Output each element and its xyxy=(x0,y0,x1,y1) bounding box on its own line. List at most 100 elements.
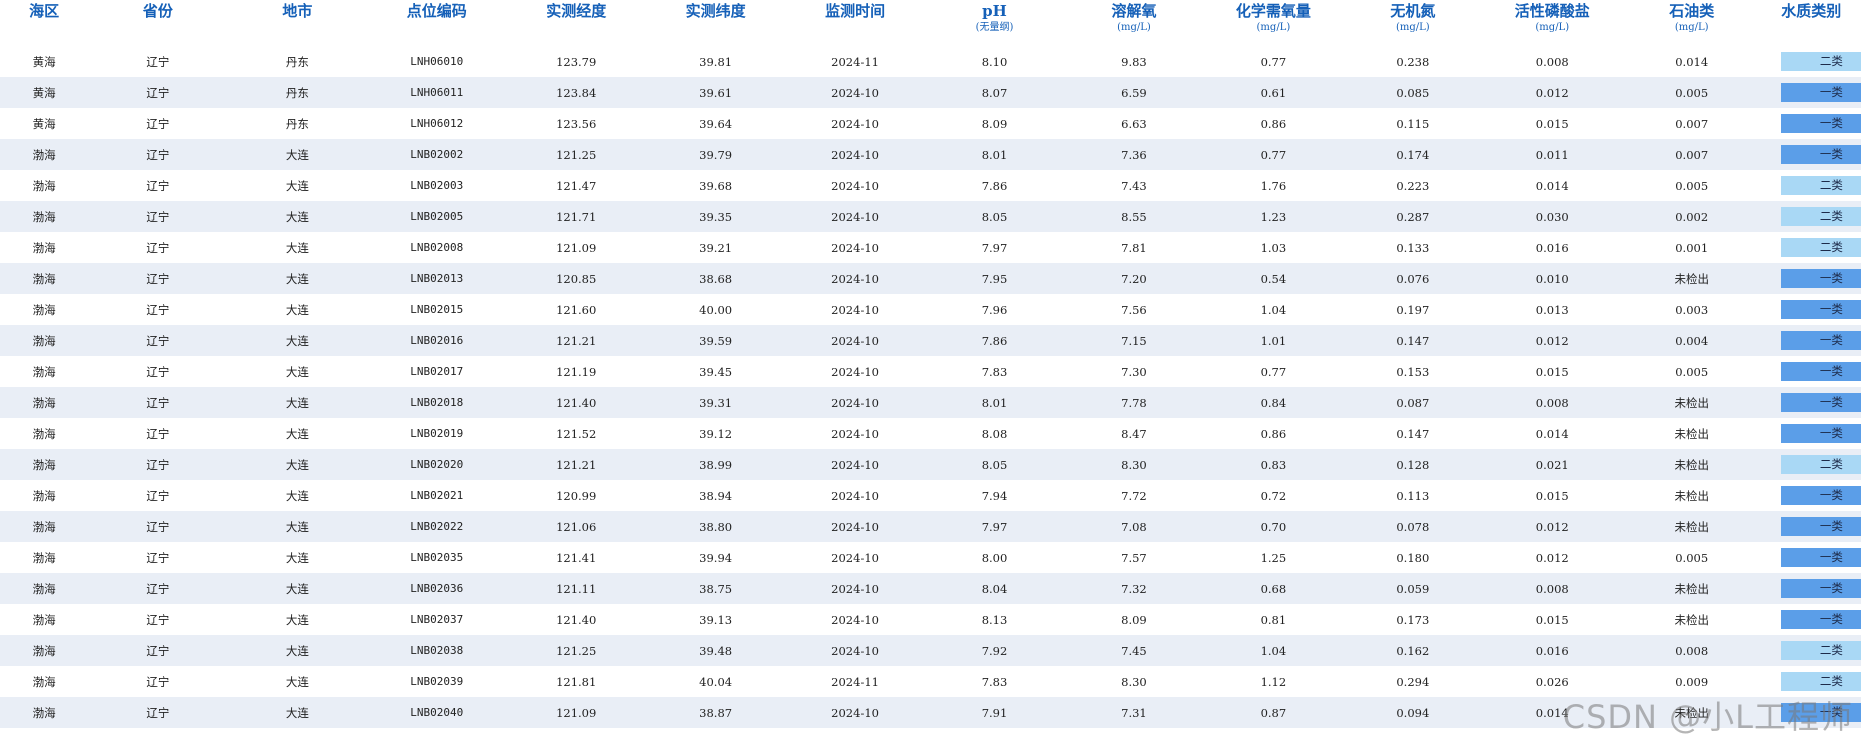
cell-sea: 渤海 xyxy=(32,457,56,472)
cell-din: 0.113 xyxy=(1396,488,1430,503)
cell-ph: 8.13 xyxy=(981,612,1008,627)
grade-badge: 一类 xyxy=(1781,362,1861,381)
cell-do: 8.47 xyxy=(1121,426,1147,441)
cell-do: 8.09 xyxy=(1121,612,1147,627)
cell-phosphate: 0.015 xyxy=(1535,488,1569,503)
cell-city: 大连 xyxy=(285,519,309,534)
cell-phosphate: 0.026 xyxy=(1535,674,1569,689)
cell-sea: 渤海 xyxy=(32,240,56,255)
cell-grade: 一类 xyxy=(1761,356,1861,387)
cell-do: 7.43 xyxy=(1121,178,1147,193)
cell-oil: 0.008 xyxy=(1675,643,1709,658)
cell-din: 0.162 xyxy=(1396,643,1430,658)
grade-badge: 二类 xyxy=(1781,207,1861,226)
cell-province: 辽宁 xyxy=(146,364,170,379)
cell-grade: 一类 xyxy=(1761,325,1861,356)
cell-ph: 8.10 xyxy=(981,54,1008,69)
cell-phosphate: 0.008 xyxy=(1535,54,1569,69)
cell-city: 大连 xyxy=(285,240,309,255)
cell-cod: 1.25 xyxy=(1260,550,1287,565)
cell-oil: 未检出 xyxy=(1674,581,1709,596)
cell-lat: 38.75 xyxy=(699,581,733,596)
cell-grade: 一类 xyxy=(1761,573,1861,604)
cell-oil: 0.004 xyxy=(1675,333,1709,348)
cell-sea: 渤海 xyxy=(32,426,56,441)
column-header-unit: (mg/L) xyxy=(1674,22,1709,33)
cell-time: 2024-10 xyxy=(831,364,879,379)
grade-badge: 一类 xyxy=(1781,269,1861,288)
cell-code: LNB02022 xyxy=(410,520,464,533)
table-row: 渤海 辽宁 大连 LNB02039 121.81 40.04 2024-11 7.83 8.30… xyxy=(0,666,1861,697)
cell-oil: 0.007 xyxy=(1675,116,1709,131)
table-row: 渤海 辽宁 大连 LNB02002 121.25 39.79 2024-10 8.01 7.36… xyxy=(0,139,1861,170)
grade-badge: 二类 xyxy=(1781,52,1861,71)
cell-ph: 7.83 xyxy=(981,364,1008,379)
cell-do: 7.45 xyxy=(1121,643,1147,658)
cell-lat: 39.45 xyxy=(699,364,733,379)
cell-city: 大连 xyxy=(285,178,309,193)
column-header-label: 省份 xyxy=(142,2,173,20)
cell-province: 辽宁 xyxy=(146,581,170,596)
cell-ph: 7.97 xyxy=(981,240,1008,255)
cell-city: 大连 xyxy=(285,457,309,472)
cell-grade: 一类 xyxy=(1761,604,1861,635)
cell-cod: 0.72 xyxy=(1260,488,1287,503)
cell-province: 辽宁 xyxy=(146,426,170,441)
cell-din: 0.173 xyxy=(1396,612,1430,627)
cell-city: 丹东 xyxy=(285,54,309,69)
cell-do: 7.72 xyxy=(1121,488,1147,503)
cell-time: 2024-10 xyxy=(831,457,879,472)
cell-do: 7.78 xyxy=(1121,395,1147,410)
table-row: 渤海 辽宁 大连 LNB02038 121.25 39.48 2024-10 7.92 7.45… xyxy=(0,635,1861,666)
column-header-label: 溶解氧 xyxy=(1111,2,1157,20)
cell-do: 7.57 xyxy=(1121,550,1147,565)
cell-din: 0.133 xyxy=(1396,240,1430,255)
cell-sea: 黄海 xyxy=(32,116,56,131)
table-row: 渤海 辽宁 大连 LNB02003 121.47 39.68 2024-10 7.86 7.43… xyxy=(0,170,1861,201)
cell-time: 2024-10 xyxy=(831,240,879,255)
cell-code: LNH06011 xyxy=(410,86,464,99)
column-header-label: 无机氮 xyxy=(1390,2,1436,20)
cell-oil: 0.009 xyxy=(1675,674,1709,689)
cell-sea: 渤海 xyxy=(32,519,56,534)
cell-lon: 121.21 xyxy=(556,333,597,348)
cell-province: 辽宁 xyxy=(146,147,170,162)
cell-oil: 0.003 xyxy=(1675,302,1709,317)
cell-phosphate: 0.012 xyxy=(1535,550,1569,565)
cell-grade: 一类 xyxy=(1761,697,1861,728)
cell-province: 辽宁 xyxy=(146,395,170,410)
cell-grade: 一类 xyxy=(1761,294,1861,325)
column-header-label: 活性磷酸盐 xyxy=(1514,2,1590,20)
cell-oil: 0.001 xyxy=(1675,240,1709,255)
grade-badge: 一类 xyxy=(1781,486,1861,505)
column-header-label: 石油类 xyxy=(1669,2,1715,20)
table-row: 渤海 辽宁 大连 LNB02019 121.52 39.12 2024-10 8.08 8.47… xyxy=(0,418,1861,449)
cell-do: 7.20 xyxy=(1121,271,1147,286)
cell-code: LNH06010 xyxy=(410,55,464,68)
grade-badge: 一类 xyxy=(1781,703,1861,722)
cell-time: 2024-10 xyxy=(831,643,879,658)
cell-code: LNB02017 xyxy=(410,365,464,378)
cell-sea: 渤海 xyxy=(32,209,56,224)
cell-province: 辽宁 xyxy=(146,333,170,348)
column-header-lat: 实测纬度 xyxy=(646,0,785,46)
cell-do: 9.83 xyxy=(1121,54,1147,69)
cell-ph: 8.09 xyxy=(981,116,1008,131)
cell-sea: 渤海 xyxy=(32,364,56,379)
cell-lon: 121.09 xyxy=(556,240,597,255)
cell-grade: 一类 xyxy=(1761,542,1861,573)
cell-time: 2024-10 xyxy=(831,116,879,131)
cell-cod: 0.70 xyxy=(1260,519,1287,534)
cell-time: 2024-10 xyxy=(831,705,879,720)
cell-province: 辽宁 xyxy=(146,457,170,472)
cell-din: 0.078 xyxy=(1396,519,1430,534)
table-header-row: 海区 省份 地市 点位编码 实测经度 实测纬度 监测时间 pH (无量纲) 溶解氧 (mg/L) 化学… xyxy=(0,0,1861,46)
table-row: 渤海 辽宁 大连 LNB02018 121.40 39.31 2024-10 8.01 7.78… xyxy=(0,387,1861,418)
cell-lat: 40.00 xyxy=(699,302,733,317)
column-header-ph: pH (无量纲) xyxy=(925,0,1064,46)
cell-do: 7.30 xyxy=(1121,364,1147,379)
cell-ph: 7.86 xyxy=(981,178,1008,193)
table-row: 渤海 辽宁 大连 LNB02008 121.09 39.21 2024-10 7.97 7.81… xyxy=(0,232,1861,263)
cell-ph: 7.94 xyxy=(981,488,1008,503)
cell-phosphate: 0.008 xyxy=(1535,395,1569,410)
